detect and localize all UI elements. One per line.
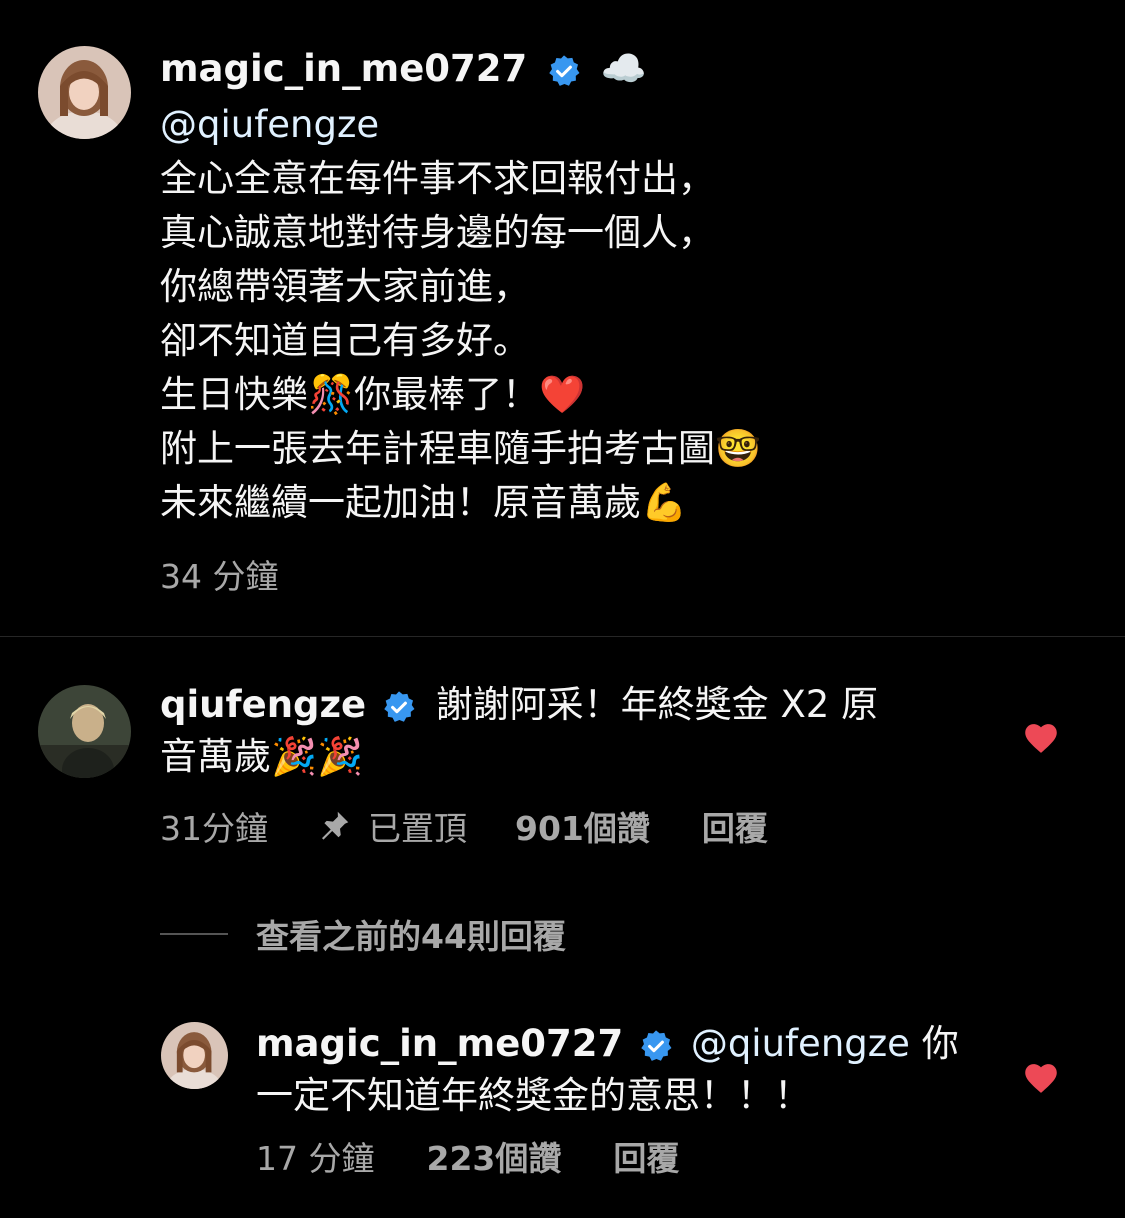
comment-time: 31分鐘: [160, 809, 268, 848]
caption-line: 卻不知道自己有多好。: [160, 318, 530, 362]
comment-text-line1: 謝謝阿采！年終獎金 X2 原: [435, 683, 879, 726]
caption-mention[interactable]: @qiufengze: [160, 98, 1060, 152]
comment-likes-number: 901: [515, 809, 584, 848]
reply-likes-number: 223: [426, 1139, 496, 1178]
pin-icon: [316, 807, 352, 846]
caption-line: 全心全意在每件事不求回報付出，: [160, 156, 715, 200]
verified-badge-icon: [539, 44, 581, 98]
caption-divider: [0, 636, 1125, 637]
reply-time: 17 分鐘: [256, 1139, 375, 1178]
reply-meta-row: 17 分鐘 223個讚 回覆: [256, 1132, 679, 1180]
caption-username[interactable]: magic_in_me0727: [160, 47, 527, 90]
reply-mention[interactable]: @qiufengze: [691, 1022, 910, 1065]
reply-reply-button[interactable]: 回覆: [613, 1132, 679, 1180]
reply-body: magic_in_me0727 @qiufengze 你 一定不知道年終獎金的意…: [256, 1019, 996, 1121]
reply-username[interactable]: magic_in_me0727: [256, 1022, 623, 1065]
comment-username[interactable]: qiufengze: [160, 683, 366, 726]
comment-author-avatar[interactable]: [38, 685, 131, 778]
view-previous-replies-button[interactable]: 查看之前的44則回覆: [160, 910, 566, 958]
verified-badge-icon: [378, 682, 416, 732]
reply-like-button[interactable]: [1022, 1060, 1060, 1098]
caption-line: 未來繼續一起加油！原音萬歲💪: [160, 480, 688, 524]
comment-body: qiufengze 謝謝阿采！年終獎金 X2 原 音萬歲🎉🎉: [160, 680, 960, 782]
comment-text-line2: 音萬歲🎉🎉: [160, 734, 364, 778]
comment-likes-suffix: 個讚: [583, 809, 650, 848]
verified-badge-icon: [635, 1021, 673, 1071]
caption-line: 你總帶領著大家前進，: [160, 264, 530, 308]
cloud-emoji: ☁️: [600, 47, 647, 90]
pinned-label: 已置頂: [368, 809, 467, 848]
reply-likes-suffix: 個讚: [495, 1139, 562, 1178]
reply-text-line2: 一定不知道年終獎金的意思！！！: [256, 1073, 811, 1117]
comment-meta-row: 31分鐘 已置頂 901個讚 回覆: [160, 802, 768, 850]
reply-text-line1: 你: [909, 1022, 959, 1065]
caption-line: 生日快樂🎊你最棒了！❤️: [160, 372, 586, 416]
reply-like-count[interactable]: 223個讚: [426, 1132, 561, 1180]
comment-like-button[interactable]: [1022, 720, 1060, 758]
reply-author-avatar[interactable]: [161, 1022, 228, 1089]
replies-divider-dash: [160, 933, 228, 935]
comment-reply-button[interactable]: 回覆: [702, 802, 768, 850]
heart-icon: [1025, 724, 1057, 753]
caption-line: 附上一張去年計程車隨手拍考古圖🤓: [160, 426, 762, 470]
comment-like-count[interactable]: 901個讚: [515, 802, 650, 850]
caption-author-avatar[interactable]: [38, 46, 131, 139]
caption-header: magic_in_me0727 ☁️: [160, 42, 1060, 98]
view-previous-replies-label: 查看之前的44則回覆: [256, 917, 566, 956]
heart-icon: [1025, 1064, 1057, 1093]
caption-timestamp: 34 分鐘: [160, 550, 278, 598]
caption-line: 真心誠意地對待身邊的每一個人，: [160, 210, 715, 254]
caption-body: magic_in_me0727 ☁️ @qiufengze 全心全意在每件事不求…: [160, 42, 1060, 530]
caption-time: 34 分鐘: [160, 557, 279, 596]
